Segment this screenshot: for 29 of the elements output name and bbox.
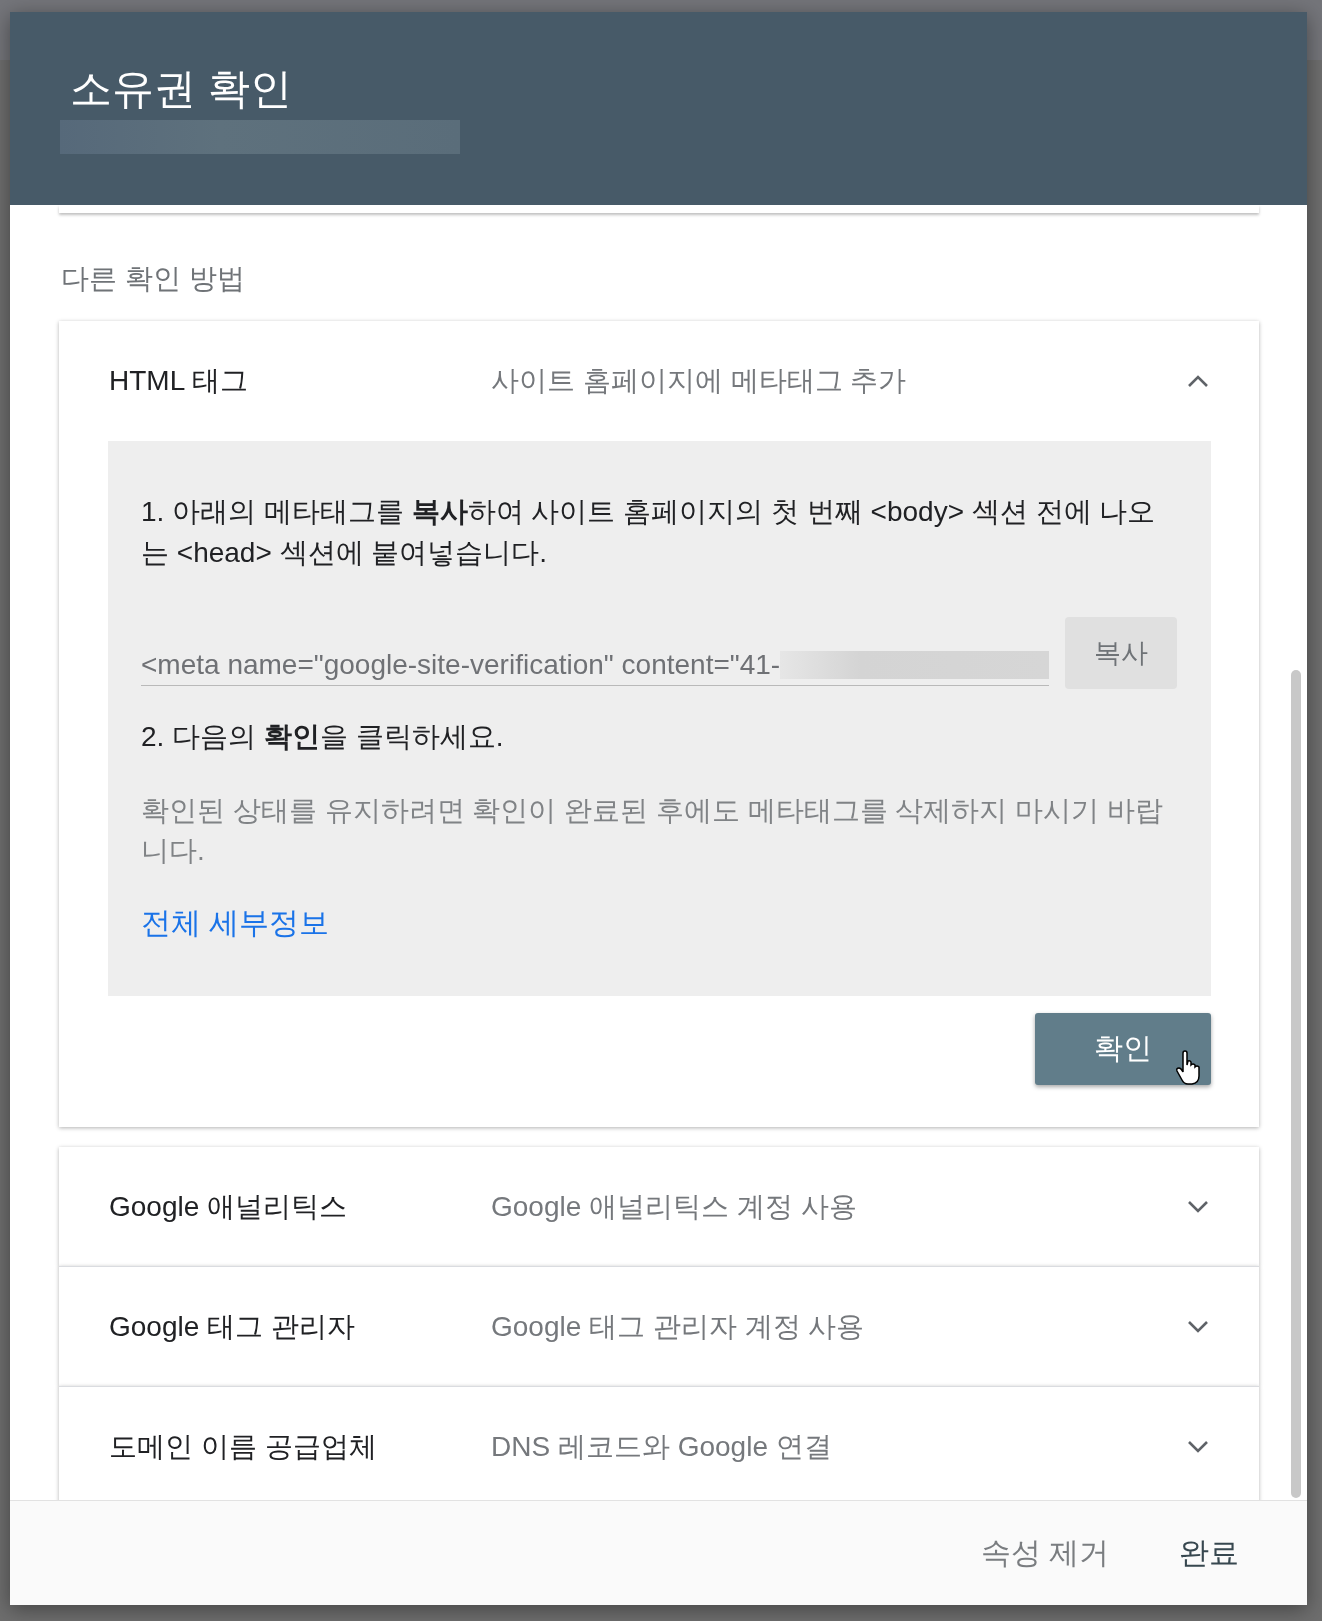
scrollbar-thumb[interactable] xyxy=(1291,670,1301,1498)
step-text: 2. 다음의 확인을 클릭하세요. xyxy=(141,720,505,754)
dialog-title: 소유권 확인 xyxy=(69,64,293,114)
verify-button[interactable]: 확인 xyxy=(1035,1013,1211,1085)
chevron-up-icon xyxy=(1187,374,1209,388)
done-button[interactable]: 완료 xyxy=(1179,1524,1239,1582)
chevron-down-icon xyxy=(1187,1439,1209,1454)
method-header[interactable]: HTML 태그 사이트 홈페이지에 메타태그 추가 xyxy=(59,321,1259,441)
method-description: DNS 레코드와 Google 연결 xyxy=(491,1429,833,1464)
remove-property-button[interactable]: 속성 제거 xyxy=(980,1524,1109,1582)
method-title: 도메인 이름 공급업체 xyxy=(109,1429,378,1464)
hand-cursor-icon xyxy=(1175,1050,1203,1086)
method-description: 사이트 홈페이지에 메타태그 추가 xyxy=(491,364,908,398)
method-header[interactable]: 도메인 이름 공급업체 DNS 레코드와 Google 연결 xyxy=(59,1387,1259,1500)
section-heading: 다른 확인 방법 xyxy=(61,262,246,296)
chevron-down-icon xyxy=(1187,1199,1209,1214)
method-header[interactable]: Google 태그 관리자 Google 태그 관리자 계정 사용 xyxy=(59,1267,1259,1386)
method-description: Google 태그 관리자 계정 사용 xyxy=(491,1309,866,1344)
method-title: Google 태그 관리자 xyxy=(109,1309,356,1344)
method-header[interactable]: Google 애널리틱스 Google 애널리틱스 계정 사용 xyxy=(59,1147,1259,1266)
step-text: 1. 아래의 메타태그를 복사하여 사이트 홈페이지의 첫 번째 <body> 섹션 전에 나오는 <head> 섹션에 붙여넣습니다. xyxy=(141,495,1157,570)
copy-button[interactable]: 복사 xyxy=(1065,617,1177,689)
method-title: Google 애널리틱스 xyxy=(109,1189,349,1224)
chevron-down-icon xyxy=(1187,1319,1209,1334)
note-text: 확인된 상태를 유지하려면 확인이 완료된 후에도 메타태그를 삭제하지 마시기 바랍니다. xyxy=(141,794,1164,868)
method-title: HTML 태그 xyxy=(109,364,249,398)
meta-tag-field[interactable]: <meta name="google-site-verification" content="41- xyxy=(141,649,1049,686)
method-description: Google 애널리틱스 계정 사용 xyxy=(491,1189,858,1224)
details-link[interactable]: 전체 세부정보 xyxy=(141,903,330,944)
